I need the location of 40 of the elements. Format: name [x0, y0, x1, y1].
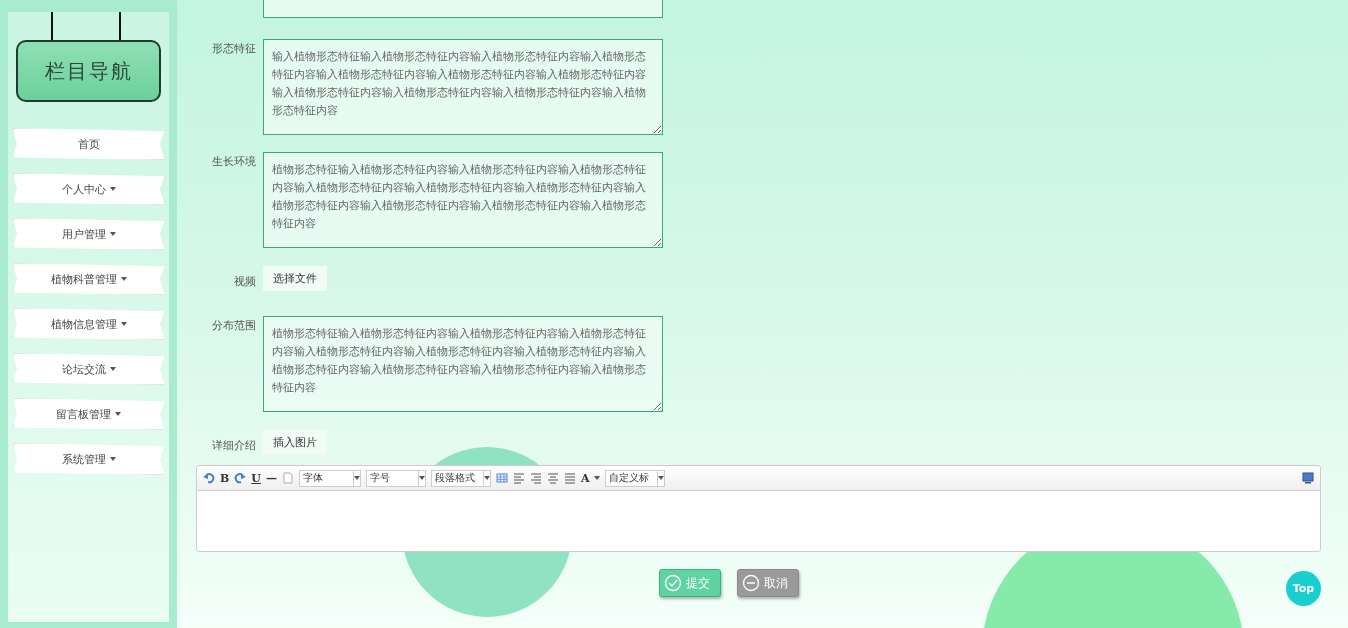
toolbar-dropdown[interactable]: 自定义标: [605, 469, 666, 487]
field-label: 形态特征: [211, 41, 256, 57]
nav-title-sign: 栏目导航: [16, 40, 161, 102]
nav-menu-item[interactable]: 用户管理: [12, 218, 165, 250]
file-button[interactable]: 插入图片: [263, 430, 327, 455]
toolbar-dropdown[interactable]: 段落格式: [430, 469, 491, 487]
field-label: 视频: [233, 274, 256, 290]
toolbar-dropdown[interactable]: 字号: [365, 469, 426, 487]
nav-menu-item[interactable]: 个人中心: [12, 173, 165, 205]
redo-icon[interactable]: [234, 472, 247, 484]
toolbar-dropdown[interactable]: 字体: [298, 469, 361, 487]
align-icon[interactable]: [563, 472, 576, 484]
text-area[interactable]: 输入植物形态特征输入植物形态特征内容输入植物形态特征内容输入植物形态特征内容输入植物形态特征内容输入植物形态特征内容输入植物形态特征内容输入植物形态特征内容输入植物形态特征内容输入植物形态特征内容输入植物形态特征内容: [263, 39, 663, 135]
nav-menu-item[interactable]: 论坛交流: [12, 353, 165, 385]
align-icon[interactable]: [529, 472, 542, 484]
undo-icon[interactable]: [203, 472, 215, 484]
align-icon[interactable]: [546, 472, 559, 484]
nav-menu-item[interactable]: 留言板管理: [12, 398, 165, 430]
align-icon[interactable]: [512, 472, 525, 484]
nav-menu-item[interactable]: 首页: [12, 128, 165, 160]
file-button[interactable]: 选择文件: [263, 266, 327, 291]
font-color-button[interactable]: A: [580, 471, 590, 485]
bold-button[interactable]: B: [220, 471, 230, 485]
nav-menu-item[interactable]: 系统管理: [12, 443, 165, 475]
text-area[interactable]: 植物形态特征输入植物形态特征内容输入植物形态特征内容输入植物形态特征内容输入植物形态特征内容输入植物形态特征内容输入植物形态特征内容输入植物形态特征内容输入植物形态特征内容输入植物形态特征内容输入植物形态特征内容: [263, 152, 663, 248]
page-icon[interactable]: [281, 472, 294, 484]
field-label: 分布范围: [211, 318, 256, 334]
check-circle-icon: [663, 574, 682, 592]
underline-button[interactable]: U: [251, 471, 261, 485]
text-area[interactable]: 植物形态特征输入植物形态特征内容输入植物形态特征内容输入植物形态特征内容输入植物形态特征内容输入植物形态特征内容输入植物形态特征内容输入植物形态特征内容输入植物形态特征内容输入植物形态特征内容输入植物形态特征内容: [263, 316, 663, 412]
field-label: 生长环境: [211, 154, 256, 170]
caret-icon: [594, 476, 601, 480]
nav-menu-item[interactable]: 植物科普管理: [12, 263, 165, 295]
monitor-icon[interactable]: [1302, 472, 1314, 484]
minus-circle-icon: [741, 574, 760, 592]
horizontal-rule-button[interactable]: —: [265, 471, 277, 485]
table-icon[interactable]: [495, 472, 508, 484]
field-label: 详细介绍: [211, 438, 256, 454]
sign-rope-drawing: [50, 12, 122, 40]
nav-menu-item[interactable]: 植物信息管理: [12, 308, 165, 340]
